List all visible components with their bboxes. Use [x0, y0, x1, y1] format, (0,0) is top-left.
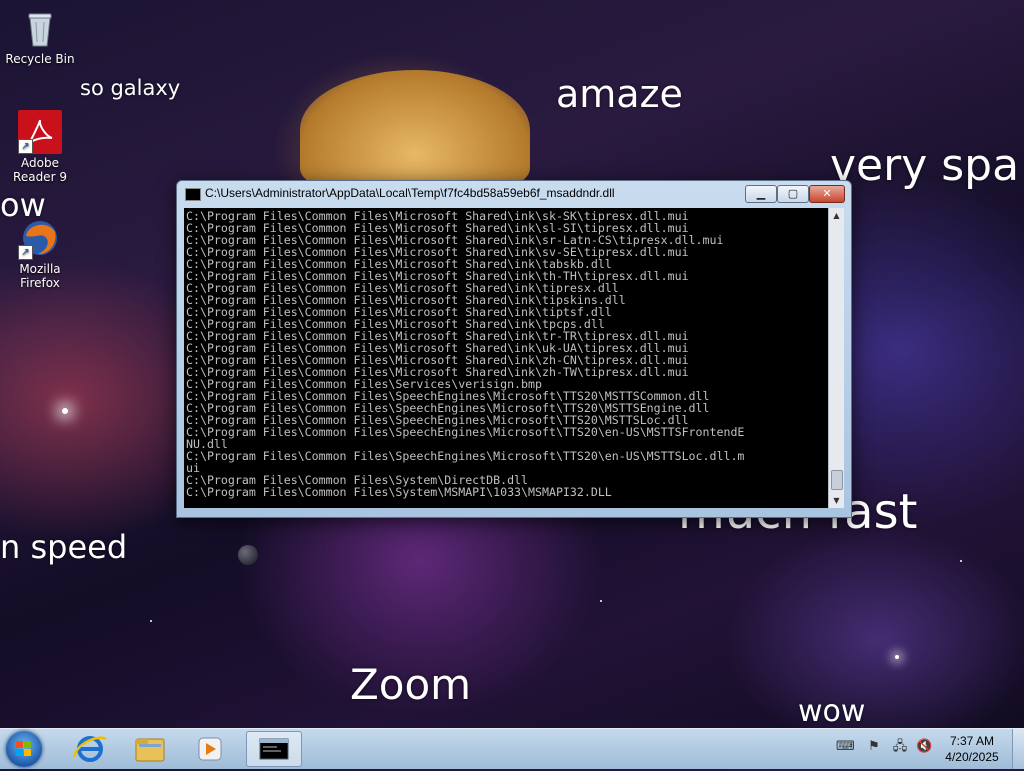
star: [150, 620, 152, 622]
scroll-up-arrow-icon[interactable]: ▲: [829, 208, 844, 223]
planet: [238, 545, 258, 565]
internet-explorer-icon: [72, 736, 107, 762]
console-titlebar[interactable]: C:\Users\Administrator\AppData\Local\Tem…: [177, 181, 851, 207]
desktop-icon-adobe-reader[interactable]: ↗ Adobe Reader 9: [0, 110, 80, 184]
scroll-down-arrow-icon[interactable]: ▼: [829, 493, 844, 508]
console-window-icon: [185, 188, 201, 201]
doge-head-image: [300, 70, 530, 190]
start-button[interactable]: [6, 731, 42, 767]
taskbar-item-media-player[interactable]: [182, 731, 238, 767]
desktop-icon-label: Adobe Reader 9: [13, 156, 67, 184]
action-center-flag-icon[interactable]: ⚑: [866, 739, 882, 755]
clock[interactable]: 7:37 AM 4/20/2025: [940, 733, 1004, 765]
console-output[interactable]: C:\Program Files\Common Files\Microsoft …: [184, 208, 828, 508]
console-line: C:\Program Files\Common Files\System\MSM…: [186, 485, 612, 499]
network-icon[interactable]: 🖧: [892, 739, 908, 755]
star: [600, 600, 602, 602]
taskbar-item-internet-explorer[interactable]: [62, 731, 118, 767]
scrollbar-thumb[interactable]: [831, 470, 843, 490]
adobe-reader-icon: ↗: [18, 110, 62, 154]
shortcut-arrow-icon: ↗: [18, 245, 33, 260]
volume-muted-icon[interactable]: 🔇: [916, 739, 932, 755]
console-window[interactable]: C:\Users\Administrator\AppData\Local\Tem…: [176, 180, 852, 518]
taskbar-item-file-explorer[interactable]: [122, 731, 178, 767]
wallpaper-text-so-galaxy: so galaxy: [80, 76, 181, 100]
desktop-icon-firefox[interactable]: ↗ Mozilla Firefox: [0, 216, 80, 290]
wallpaper-text-wow-bottom: wow: [798, 694, 866, 729]
shortcut-arrow-icon: ↗: [18, 139, 33, 154]
console-window-title: C:\Users\Administrator\AppData\Local\Tem…: [205, 186, 615, 200]
vertical-scrollbar[interactable]: ▲ ▼: [828, 208, 844, 508]
console-line: C:\Program Files\Common Files\SpeechEngi…: [186, 449, 745, 463]
console-window-icon: [259, 738, 289, 760]
windows-logo-icon: [16, 741, 32, 757]
desktop-icon-label: Recycle Bin: [5, 52, 75, 66]
minimize-button[interactable]: ▁: [745, 185, 777, 203]
close-button[interactable]: ✕: [809, 185, 845, 203]
console-line: C:\Program Files\Common Files\SpeechEngi…: [186, 425, 745, 439]
wallpaper-text-zoom: Zoom: [350, 660, 472, 709]
keyboard-icon[interactable]: ⌨: [836, 739, 855, 755]
wallpaper-text-amaze: amaze: [556, 72, 683, 116]
star: [895, 655, 899, 659]
star: [960, 560, 962, 562]
recycle-bin-icon: [18, 6, 62, 50]
desktop-icon-label: Mozilla Firefox: [19, 262, 61, 290]
file-explorer-icon: [135, 738, 165, 762]
taskbar-item-console[interactable]: [246, 731, 302, 767]
show-desktop-button[interactable]: [1012, 729, 1024, 769]
media-player-icon: [198, 737, 222, 761]
maximize-button[interactable]: ▢: [777, 185, 809, 203]
wallpaper-text-very-spa: very spa: [830, 140, 1020, 191]
firefox-icon: ↗: [18, 216, 62, 260]
clock-time: 7:37 AM: [949, 734, 995, 748]
clock-date: 4/20/2025: [945, 750, 999, 764]
star: [62, 408, 68, 414]
taskbar: ⌨ ⚑ 🖧 🔇 7:37 AM 4/20/2025: [0, 728, 1024, 769]
wallpaper-text-speed: n speed: [0, 528, 128, 566]
desktop-icon-recycle-bin[interactable]: Recycle Bin: [0, 6, 80, 66]
